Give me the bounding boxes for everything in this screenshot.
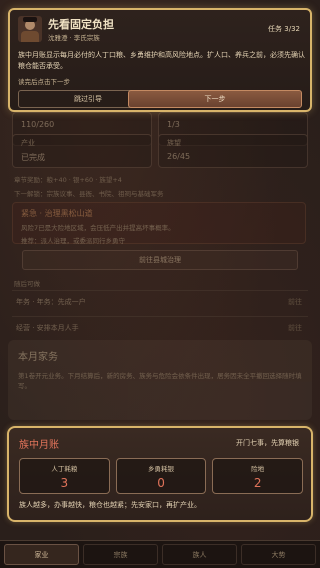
urgent-action: 推荐：派人治理，或委派同行乡勇守 bbox=[21, 237, 125, 245]
stat-box-prestige: 族望 26/45 bbox=[158, 134, 308, 168]
advisor-avatar bbox=[18, 16, 42, 42]
tab-clansmen[interactable]: 族人 bbox=[162, 544, 237, 565]
stat-value: 110/260 bbox=[21, 120, 55, 129]
stat-value: 已完成 bbox=[21, 153, 45, 162]
urgent-card: 紧急 · 治理黑松山道 风险7已是大险地区域，会压低产出并提高坏事概率。 推荐：… bbox=[12, 202, 306, 245]
tab-situation[interactable]: 大势 bbox=[241, 544, 316, 565]
next-unlock: 下一解锁：宗族议事、县衙、书院、祖祠与基础军务 bbox=[14, 190, 164, 198]
urgent-desc: 风险7已是大险地区域，会压低产出并提高坏事概率。 bbox=[21, 224, 175, 232]
chapter-reward: 章节奖励：粮+40 · 银+60 · 族望+4 bbox=[14, 176, 122, 184]
guide-subtitle: 沈雅澄 · 李氏宗族 bbox=[48, 34, 100, 42]
go-govern-button[interactable]: 前往县城治理 bbox=[22, 250, 298, 270]
tab-family-business[interactable]: 家业 bbox=[4, 544, 79, 565]
cell-value: 2 bbox=[253, 476, 262, 490]
ledger-cells: 人丁耗粮 3 乡勇耗银 0 险地 2 bbox=[19, 458, 304, 494]
stat-value: 26/45 bbox=[167, 152, 191, 161]
list-item[interactable]: 经营 · 安排本月人手 前往 bbox=[12, 316, 308, 338]
ledger-cell-danger: 险地 2 bbox=[212, 458, 304, 494]
ledger-footer: 族人越多，办事越快，粮仓也越紧；先安家口，再扩产业。 bbox=[19, 501, 201, 509]
section-label: 随后可做 bbox=[14, 280, 40, 288]
cell-label: 乡勇耗银 bbox=[148, 465, 174, 473]
clan-ledger-panel: 族中月账 开门七事，先算粮银 人丁耗粮 3 乡勇耗银 0 险地 2 族人越多，办… bbox=[7, 426, 313, 522]
month-desc: 第1卷开元业务。下月结算后，新的房务、族务与危险会依条件出现，居务因未全平撤回选… bbox=[18, 372, 302, 390]
next-step-button[interactable]: 下一步 bbox=[128, 90, 302, 108]
row-action[interactable]: 前往 bbox=[288, 297, 302, 307]
monthly-affairs-panel: 本月家务 第1卷开元业务。下月结算后，新的房务、族务与危险会依条件出现，居务因未… bbox=[8, 340, 312, 420]
guide-title: 先看固定负担 bbox=[48, 18, 114, 31]
task-progress: 任务 3/32 bbox=[268, 25, 300, 33]
guide-hint: 读完后点击下一步 bbox=[18, 78, 70, 86]
tab-clan[interactable]: 宗族 bbox=[83, 544, 158, 565]
cell-label: 人丁耗粮 bbox=[51, 465, 78, 473]
guide-body: 族中月账显示每月必付的人丁口粮、乡勇维护和高风险地点。扩人口、养兵之前，必须先确… bbox=[18, 51, 305, 70]
stat-label: 产业 bbox=[21, 139, 35, 147]
urgent-title: 紧急 · 治理黑松山道 bbox=[21, 209, 93, 218]
month-title: 本月家务 bbox=[18, 352, 58, 363]
stat-label: 族望 bbox=[167, 139, 181, 147]
row-label: 经营 · 安排本月人手 bbox=[16, 324, 79, 332]
row-label: 年务 · 年务：先成一户 bbox=[16, 298, 86, 306]
bottom-nav: 家业 宗族 族人 大势 bbox=[0, 540, 320, 568]
stat-box-industry: 产业 已完成 bbox=[12, 134, 152, 168]
ledger-cell-food: 人丁耗粮 3 bbox=[19, 458, 110, 494]
list-item[interactable]: 年务 · 年务：先成一户 前往 bbox=[12, 290, 308, 312]
ledger-cell-silver: 乡勇耗银 0 bbox=[115, 458, 207, 494]
cell-value: 3 bbox=[60, 476, 69, 490]
tutorial-guide-panel: 先看固定负担 沈雅澄 · 李氏宗族 任务 3/32 族中月账显示每月必付的人丁口… bbox=[8, 8, 312, 112]
ledger-status: 开门七事，先算粮银 bbox=[236, 439, 299, 447]
cell-value: 0 bbox=[157, 476, 165, 490]
cell-label: 险地 bbox=[251, 465, 265, 473]
stat-value: 1/3 bbox=[167, 120, 180, 129]
row-action[interactable]: 前往 bbox=[288, 323, 302, 333]
